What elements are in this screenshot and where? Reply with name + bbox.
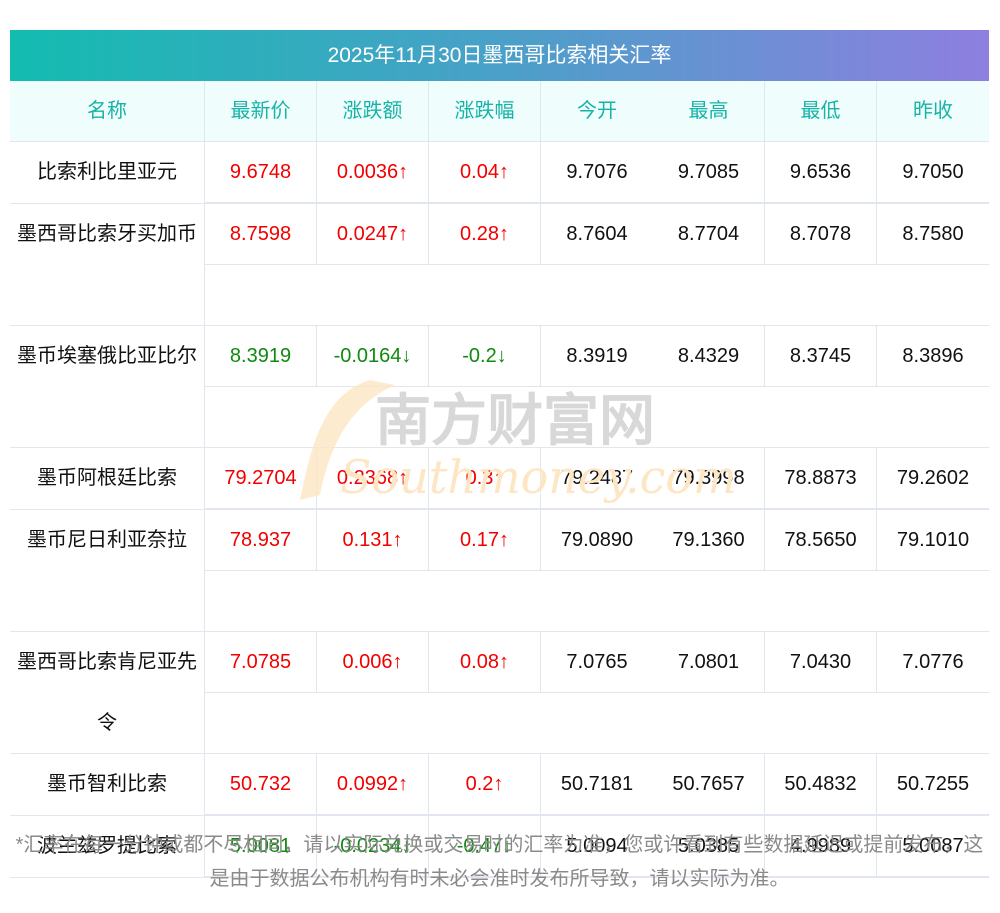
header-prev: 昨收 — [913, 100, 953, 122]
table-row: 墨西哥比索牙买加币 8.7598 0.0247↑ 0.28↑ 8.7604 8.7704 8… — [10, 204, 989, 326]
cell-prev: 7.0776 — [902, 651, 964, 673]
cell-pct: -0.2↓ — [429, 326, 541, 386]
cell-change: 0.0036↑ — [317, 142, 429, 202]
cell-open: 50.7181 — [560, 773, 634, 795]
cell-open: 79.0890 — [560, 529, 634, 551]
cell-change: 0.0992↑ — [317, 754, 429, 814]
cell-latest: 7.0785 — [205, 632, 317, 692]
table-row: 比索利比里亚元 9.6748 0.0036↑ 0.04↑ 9.7076 9.7085 9.6… — [10, 142, 989, 204]
header-pct: 涨跌幅 — [429, 81, 541, 142]
cell-low: 8.7078 — [765, 204, 877, 264]
currency-name: 墨西哥比索牙买加币 — [10, 204, 205, 325]
table-row: 墨币智利比索 50.732 0.0992↑ 0.2↑ 50.7181 50.7657 50.… — [10, 754, 989, 816]
cell-low: 50.4832 — [765, 754, 877, 814]
cell-latest: 8.7598 — [205, 204, 317, 264]
table-header: 名称 最新价 涨跌额 涨跌幅 今开 最高 最低 昨收 — [10, 81, 989, 142]
cell-high: 8.7704 — [653, 204, 765, 264]
cell-prev: 8.7580 — [902, 223, 964, 245]
header-low: 最低 — [765, 81, 877, 142]
cell-change: 0.006↑ — [317, 632, 429, 692]
currency-name: 墨币阿根廷比索 — [10, 448, 205, 509]
table-row: 墨币阿根廷比索 79.2704 0.2368↑ 0.3↑ 79.2487 79.3998 7… — [10, 448, 989, 510]
cell-pct: 0.28↑ — [429, 204, 541, 264]
cell-prev: 50.7255 — [896, 773, 970, 795]
cell-latest: 8.3919 — [205, 326, 317, 386]
cell-change: -0.0164↓ — [317, 326, 429, 386]
cell-low: 78.8873 — [765, 448, 877, 508]
table-row: 墨币埃塞俄比亚比尔 8.3919 -0.0164↓ -0.2↓ 8.3919 8.4329… — [10, 326, 989, 448]
cell-pct: 0.17↑ — [429, 510, 541, 570]
cell-latest: 78.937 — [205, 510, 317, 570]
currency-name: 墨西哥比索肯尼亚先令 — [10, 632, 205, 753]
cell-change: 0.0247↑ — [317, 204, 429, 264]
cell-high: 8.4329 — [653, 326, 765, 386]
cell-latest: 9.6748 — [205, 142, 317, 202]
cell-high: 79.3998 — [653, 448, 765, 508]
currency-name: 墨币智利比索 — [10, 754, 205, 815]
cell-open: 7.0765 — [566, 651, 628, 673]
cell-prev: 79.2602 — [896, 467, 970, 489]
cell-latest: 79.2704 — [205, 448, 317, 508]
cell-prev: 79.1010 — [896, 529, 970, 551]
header-change: 涨跌额 — [317, 81, 429, 142]
exchange-rate-table: 名称 最新价 涨跌额 涨跌幅 今开 最高 最低 昨收 比索利比里亚元 9.6748… — [10, 81, 989, 878]
cell-pct: 0.04↑ — [429, 142, 541, 202]
cell-latest: 50.732 — [205, 754, 317, 814]
cell-low: 8.3745 — [765, 326, 877, 386]
cell-open: 8.7604 — [566, 223, 628, 245]
currency-name: 墨币尼日利亚奈拉 — [10, 510, 205, 631]
cell-prev: 9.7050 — [902, 161, 964, 183]
cell-pct: 0.08↑ — [429, 632, 541, 692]
cell-low: 7.0430 — [765, 632, 877, 692]
cell-high: 50.7657 — [653, 754, 765, 814]
header-latest: 最新价 — [205, 81, 317, 142]
header-high: 最高 — [653, 81, 765, 142]
cell-low: 78.5650 — [765, 510, 877, 570]
currency-name: 比索利比里亚元 — [10, 142, 205, 203]
cell-open: 79.2487 — [560, 467, 634, 489]
table-row: 墨西哥比索肯尼亚先令 7.0785 0.006↑ 0.08↑ 7.0765 7.0801 7… — [10, 632, 989, 754]
currency-name: 墨币埃塞俄比亚比尔 — [10, 326, 205, 447]
cell-open: 8.3919 — [566, 345, 628, 367]
table-title: 2025年11月30日墨西哥比索相关汇率 — [10, 30, 989, 81]
header-open: 今开 — [577, 100, 617, 122]
header-name: 名称 — [10, 81, 205, 141]
cell-high: 7.0801 — [653, 632, 765, 692]
table-row: 墨币尼日利亚奈拉 78.937 0.131↑ 0.17↑ 79.0890 79.1360 7… — [10, 510, 989, 632]
cell-pct: 0.2↑ — [429, 754, 541, 814]
cell-high: 9.7085 — [653, 142, 765, 202]
cell-high: 79.1360 — [653, 510, 765, 570]
cell-prev: 8.3896 — [902, 345, 964, 367]
cell-low: 9.6536 — [765, 142, 877, 202]
cell-open: 9.7076 — [566, 161, 628, 183]
cell-change: 0.2368↑ — [317, 448, 429, 508]
cell-pct: 0.3↑ — [429, 448, 541, 508]
disclaimer: *汇率在每一分钟或都不尽相同，请以实际兑换或交易时的汇率为准，您或许看到有些数据… — [15, 834, 984, 890]
cell-change: 0.131↑ — [317, 510, 429, 570]
